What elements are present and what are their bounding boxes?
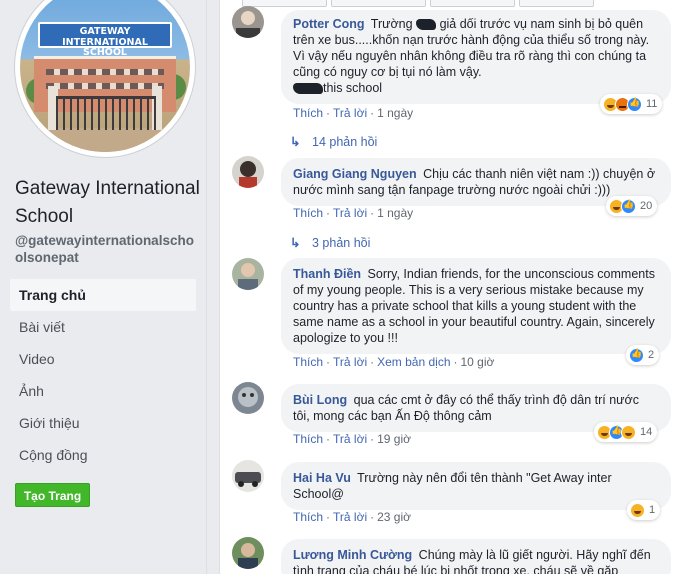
reply-arrow-icon: ↳: [290, 135, 301, 149]
avatar[interactable]: [232, 156, 264, 188]
reaction-count: 20: [640, 200, 653, 212]
comment-author[interactable]: Lương Minh Cường: [293, 548, 412, 562]
like-link[interactable]: Thích: [293, 206, 323, 220]
comment-time[interactable]: 23 giờ: [377, 510, 411, 524]
toolbar-button[interactable]: [519, 0, 594, 7]
like-reaction-icon: [621, 198, 636, 214]
comment-bubble: Hai Ha Vu Trường này nên đổi tên thành "…: [281, 462, 671, 510]
haha-reaction-icon: [630, 502, 645, 518]
school-logo-banner: GATEWAY INTERNATIONAL SCHOOL: [38, 22, 172, 57]
toolbar-button[interactable]: [242, 0, 327, 7]
comment-actions: Thích · Trả lời · 1 ngày: [293, 206, 414, 220]
toolbar-button[interactable]: [331, 0, 426, 7]
reaction-summary[interactable]: 2: [626, 345, 660, 365]
nav-item-about[interactable]: Giới thiệu: [10, 407, 196, 439]
comment-actions: Thích · Trả lời · Xem bản dịch · 10 giờ: [293, 355, 495, 369]
reply-link[interactable]: Trả lời: [333, 432, 367, 446]
reaction-count: 1: [649, 504, 656, 516]
reaction-count: 2: [648, 349, 655, 361]
reaction-summary[interactable]: 1: [627, 500, 661, 520]
like-link[interactable]: Thích: [293, 432, 323, 446]
page-profile-picture[interactable]: GATEWAY INTERNATIONAL SCHOOL: [14, 0, 196, 158]
view-replies-link[interactable]: ↳ 14 phản hồi: [290, 134, 377, 149]
comment-author[interactable]: Giang Giang Nguyen: [293, 167, 417, 181]
nav-item-community[interactable]: Cộng đồng: [10, 439, 196, 471]
page-title[interactable]: Gateway International School: [15, 175, 200, 231]
avatar[interactable]: [232, 537, 264, 569]
reply-link[interactable]: Trả lời: [333, 355, 367, 369]
comment-bubble: Thanh Điền Sorry, Indian friends, for th…: [281, 258, 671, 354]
comment-author[interactable]: Thanh Điền: [293, 267, 361, 281]
reaction-summary[interactable]: 14: [594, 422, 658, 442]
avatar[interactable]: [232, 258, 264, 290]
like-reaction-icon: [627, 96, 642, 112]
comments-panel: Potter Cong Trường giả dối trước vụ nam …: [219, 0, 683, 574]
comment-time[interactable]: 1 ngày: [377, 206, 413, 220]
comment-author[interactable]: Bùi Long: [293, 393, 347, 407]
comment-actions: Thích · Trả lời · 1 ngày: [293, 106, 414, 120]
reply-link[interactable]: Trả lời: [333, 106, 367, 120]
avatar[interactable]: [232, 382, 264, 414]
like-link[interactable]: Thích: [293, 106, 323, 120]
reaction-count: 11: [646, 98, 658, 110]
redaction-scribble: [293, 83, 323, 95]
reaction-summary[interactable]: 20: [606, 196, 658, 216]
comment-bubble: Lương Minh Cường Chúng mày là lũ giết ng…: [281, 539, 671, 574]
comment-author[interactable]: Hai Ha Vu: [293, 471, 351, 485]
nav-item-photos[interactable]: Ảnh: [10, 375, 196, 407]
like-link[interactable]: Thích: [293, 510, 323, 524]
avatar[interactable]: [232, 460, 264, 492]
reply-link[interactable]: Trả lời: [333, 206, 367, 220]
like-link[interactable]: Thích: [293, 355, 323, 369]
reply-link[interactable]: Trả lời: [333, 510, 367, 524]
create-page-button[interactable]: Tạo Trang: [15, 483, 90, 507]
like-reaction-icon: [629, 347, 644, 363]
comment-bubble: Potter Cong Trường giả dối trước vụ nam …: [281, 10, 671, 104]
comment-text: this school: [323, 81, 383, 95]
reaction-count: 14: [640, 426, 653, 438]
sad-reaction-icon: [621, 424, 636, 440]
avatar[interactable]: [232, 6, 264, 38]
nav-item-posts[interactable]: Bài viết: [10, 311, 196, 343]
comment-time[interactable]: 10 giờ: [461, 355, 495, 369]
view-replies-link[interactable]: ↳ 3 phản hồi: [290, 235, 370, 250]
comment-actions: Thích · Trả lời · 19 giờ: [293, 432, 411, 446]
translate-link[interactable]: Xem bản dịch: [377, 355, 450, 369]
page-nav: Trang chủ Bài viết Video Ảnh Giới thiệu …: [10, 279, 196, 471]
comment-time[interactable]: 1 ngày: [377, 106, 413, 120]
reaction-summary[interactable]: 11: [600, 94, 663, 114]
toolbar-button[interactable]: [430, 0, 515, 7]
reply-arrow-icon: ↳: [290, 236, 301, 250]
comment-text: Trường: [370, 17, 413, 31]
comment-actions: Thích · Trả lời · 23 giờ: [293, 510, 411, 524]
page-username: @gatewayinternationalschoolsonepat: [15, 233, 194, 265]
nav-item-videos[interactable]: Video: [10, 343, 196, 375]
redaction-scribble: [416, 19, 437, 31]
comment-time[interactable]: 19 giờ: [377, 432, 411, 446]
comment-author[interactable]: Potter Cong: [293, 17, 365, 31]
left-sidebar: GATEWAY INTERNATIONAL SCHOOL Gateway Int…: [0, 0, 207, 574]
nav-item-home[interactable]: Trang chủ: [10, 279, 196, 311]
